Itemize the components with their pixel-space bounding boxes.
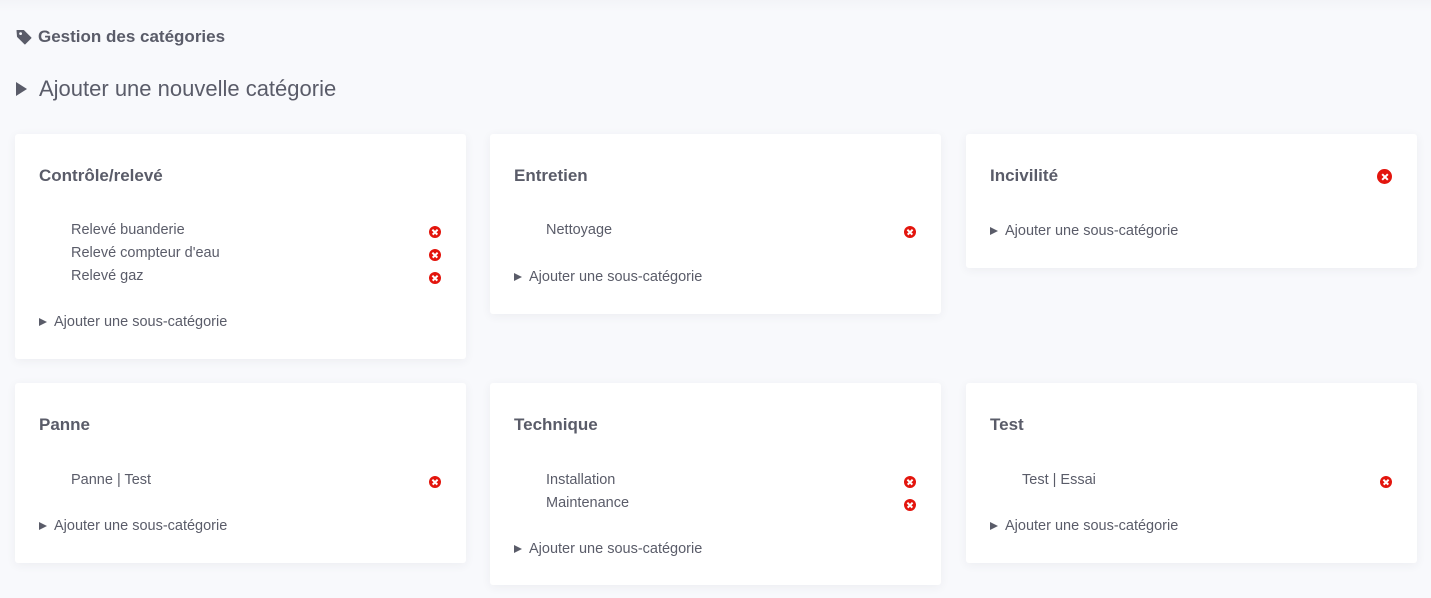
delete-subcategory-icon[interactable] (429, 272, 441, 284)
delete-subcategory-icon[interactable] (429, 476, 441, 488)
add-subcategory-toggle[interactable]: Ajouter une sous-catégorie (990, 518, 1178, 534)
add-subcategory-label: Ajouter une sous-catégorie (54, 314, 228, 330)
category-card: Incivilité Ajouter une sous-catégorie (966, 134, 1417, 268)
subcategory-item: Relevé gaz (71, 266, 441, 289)
category-card: Test Test | Essai Ajouter une sous-catég… (966, 383, 1417, 563)
subcategory-label: Relevé compteur d'eau (71, 245, 220, 261)
subcategory-item: Panne | Test (71, 470, 441, 493)
delete-subcategory-icon[interactable] (429, 249, 441, 261)
subcategory-label: Test | Essai (1022, 472, 1096, 488)
category-card: Contrôle/relevé Relevé buanderie Relevé … (15, 134, 466, 359)
category-title: Contrôle/relevé (39, 166, 163, 185)
subcategory-label: Nettoyage (546, 222, 613, 238)
subcategory-item: Relevé compteur d'eau (71, 243, 441, 266)
page-title: Gestion des catégories (38, 27, 226, 46)
subcategory-label: Installation (546, 472, 616, 488)
subcategory-list: Relevé buanderie Relevé compteur d'eau R… (71, 220, 441, 289)
delete-subcategory-icon[interactable] (904, 226, 916, 238)
add-subcategory-label: Ajouter une sous-catégorie (1005, 223, 1179, 239)
triangle-right-icon (514, 273, 522, 281)
add-subcategory-toggle[interactable]: Ajouter une sous-catégorie (39, 314, 227, 330)
subcategory-item: Installation (546, 470, 916, 493)
tag-icon (16, 30, 32, 45)
add-category-toggle[interactable]: Ajouter une nouvelle catégorie (16, 76, 336, 102)
triangle-right-icon (990, 227, 998, 235)
subcategory-list: Nettoyage (546, 220, 916, 243)
category-title: Test (990, 415, 1024, 434)
page: Gestion des catégories Ajouter une nouve… (0, 0, 1431, 598)
add-subcategory-label: Ajouter une sous-catégorie (529, 541, 703, 557)
category-title: Technique (514, 415, 598, 434)
subcategory-item: Test | Essai (1022, 470, 1392, 493)
add-subcategory-toggle[interactable]: Ajouter une sous-catégorie (990, 223, 1178, 239)
subcategory-list: Installation Maintenance (546, 470, 916, 516)
category-card: Entretien Nettoyage Ajouter une sous-cat… (490, 134, 941, 314)
subcategory-label: Relevé buanderie (71, 222, 185, 238)
category-title: Entretien (514, 166, 588, 185)
delete-subcategory-icon[interactable] (1380, 476, 1392, 488)
delete-subcategory-icon[interactable] (904, 476, 916, 488)
page-header: Gestion des catégories (16, 27, 225, 47)
category-card: Panne Panne | Test Ajouter une sous-caté… (15, 383, 466, 563)
add-category-label: Ajouter une nouvelle catégorie (39, 76, 337, 101)
delete-subcategory-icon[interactable] (904, 499, 916, 511)
subcategory-label: Maintenance (546, 495, 630, 511)
subcategory-list: Test | Essai (1022, 470, 1392, 493)
triangle-right-icon (16, 82, 27, 96)
add-subcategory-toggle[interactable]: Ajouter une sous-catégorie (514, 269, 702, 285)
subcategory-item: Maintenance (546, 493, 916, 516)
delete-subcategory-icon[interactable] (429, 226, 441, 238)
subcategory-label: Relevé gaz (71, 268, 144, 284)
category-title: Incivilité (990, 166, 1059, 185)
triangle-right-icon (39, 522, 47, 530)
subcategory-item: Relevé buanderie (71, 220, 441, 243)
subcategory-list: Panne | Test (71, 470, 441, 493)
add-subcategory-label: Ajouter une sous-catégorie (54, 518, 228, 534)
triangle-right-icon (990, 522, 998, 530)
subcategory-item: Nettoyage (546, 220, 916, 243)
triangle-right-icon (514, 545, 522, 553)
category-card: Technique Installation Maintenance Ajout… (490, 383, 941, 585)
category-title: Panne (39, 415, 91, 434)
subcategory-label: Panne | Test (71, 472, 152, 488)
add-subcategory-toggle[interactable]: Ajouter une sous-catégorie (39, 518, 227, 534)
delete-category-icon[interactable] (1377, 169, 1392, 184)
add-subcategory-toggle[interactable]: Ajouter une sous-catégorie (514, 541, 702, 557)
triangle-right-icon (39, 318, 47, 326)
add-subcategory-label: Ajouter une sous-catégorie (1005, 518, 1179, 534)
add-subcategory-label: Ajouter une sous-catégorie (529, 269, 703, 285)
